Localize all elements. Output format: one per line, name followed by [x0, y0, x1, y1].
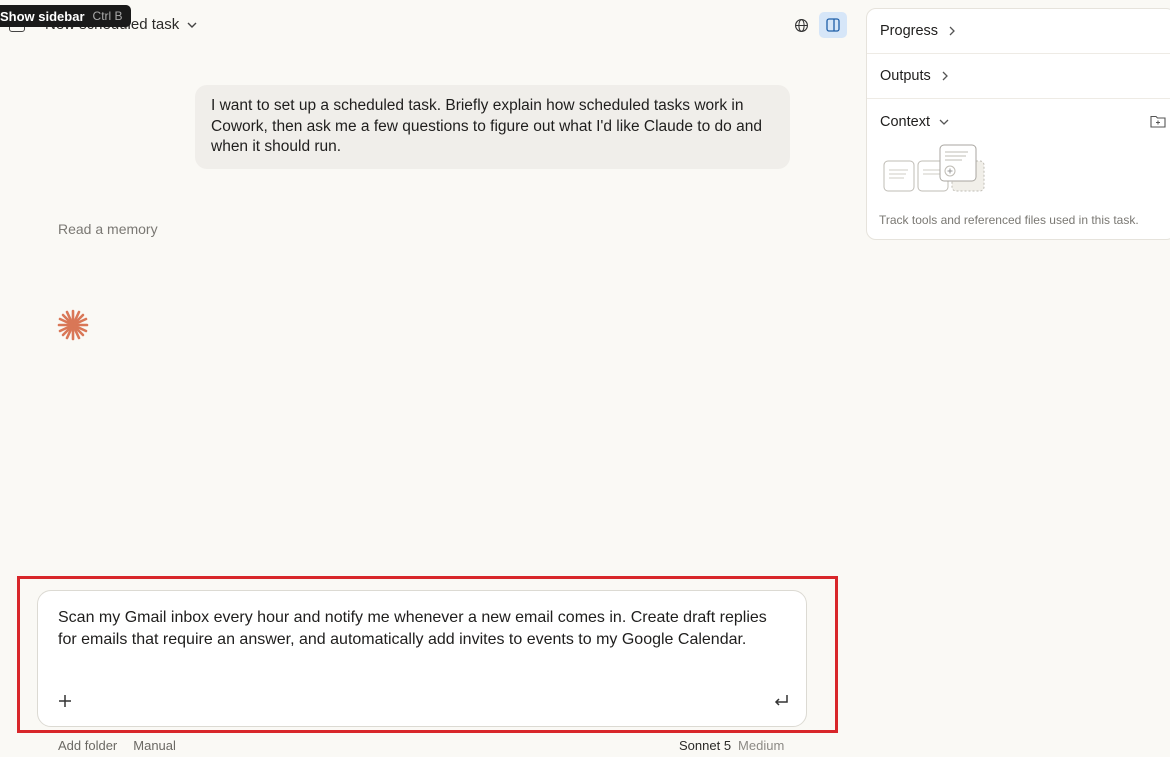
- context-hint: Track tools and referenced files used in…: [879, 213, 1139, 227]
- model-effort: Medium: [738, 738, 785, 753]
- model-name: Sonnet 5: [679, 738, 732, 753]
- panel-right-icon: [826, 18, 840, 32]
- chevron-right-icon: [942, 71, 948, 81]
- show-sidebar-tooltip: Show sidebar Ctrl B: [0, 5, 131, 27]
- mode-selector[interactable]: Manual: [133, 738, 176, 753]
- progress-label: Progress: [880, 23, 939, 39]
- chevron-down-icon: [187, 22, 197, 28]
- tooltip-shortcut: Ctrl B: [92, 9, 123, 23]
- tooltip-label: Show sidebar: [0, 8, 85, 24]
- composer-input[interactable]: Scan my Gmail inbox every hour and notif…: [58, 607, 788, 651]
- progress-section[interactable]: Progress: [867, 9, 1170, 54]
- plus-icon[interactable]: [56, 692, 74, 710]
- context-label: Context: [880, 113, 930, 130]
- globe-icon: [794, 18, 808, 32]
- add-folder-button[interactable]: Add folder: [58, 738, 117, 753]
- outputs-label: Outputs: [880, 68, 931, 84]
- context-files-illustration-icon: [883, 144, 985, 192]
- composer-footer-left: Add folder Manual: [58, 738, 176, 753]
- message-composer[interactable]: Scan my Gmail inbox every hour and notif…: [37, 590, 807, 727]
- read-memory-link[interactable]: Read a memory: [58, 221, 158, 237]
- chevron-right-icon: [949, 26, 955, 36]
- outputs-section[interactable]: Outputs: [867, 54, 1170, 99]
- task-side-panel: Progress Outputs Context Track tools and…: [866, 8, 1170, 240]
- user-message: I want to set up a scheduled task. Brief…: [195, 85, 790, 169]
- context-section[interactable]: Context: [867, 99, 1170, 144]
- globe-button[interactable]: [790, 14, 812, 36]
- enter-icon[interactable]: [771, 691, 791, 711]
- chevron-down-icon: [939, 119, 949, 125]
- claude-spark-icon: [57, 309, 89, 341]
- model-selector[interactable]: Sonnet 5 Medium: [679, 738, 784, 753]
- folder-add-icon[interactable]: [1150, 114, 1166, 128]
- toggle-panel-button[interactable]: [819, 12, 847, 38]
